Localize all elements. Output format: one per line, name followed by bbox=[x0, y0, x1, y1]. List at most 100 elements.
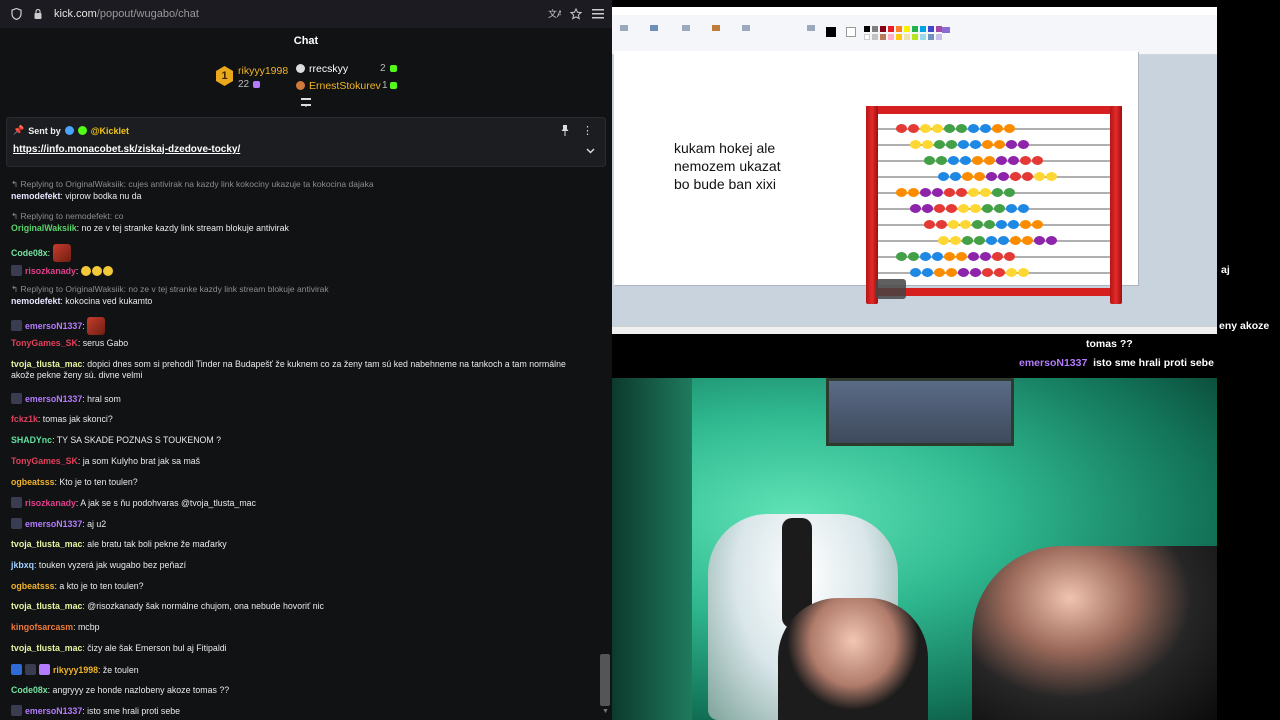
url-text[interactable]: kick.com/popout/wugabo/chat bbox=[54, 8, 199, 20]
leaderboard-toggle-icon[interactable] bbox=[301, 98, 311, 107]
chat-username[interactable]: tvoja_tlusta_mac bbox=[11, 643, 82, 653]
color-swatch[interactable] bbox=[864, 26, 870, 32]
abacus-bead bbox=[1032, 220, 1043, 229]
scroll-down-icon[interactable]: ▼ bbox=[602, 708, 609, 715]
select-icon[interactable] bbox=[650, 25, 658, 31]
chat-username[interactable]: Code08x bbox=[11, 248, 48, 258]
color-swatch[interactable] bbox=[864, 34, 870, 40]
chat-username[interactable]: Code08x bbox=[11, 685, 48, 695]
color-swatch[interactable] bbox=[928, 34, 934, 40]
menu-icon[interactable] bbox=[590, 6, 606, 22]
chat-username[interactable]: ogbeatsss bbox=[11, 581, 55, 591]
chat-username[interactable]: tvoja_tlusta_mac bbox=[11, 359, 82, 369]
paint-canvas[interactable]: kukam hokej ale nemozem ukazat bo bude b… bbox=[614, 51, 1138, 304]
pinned-link[interactable]: https://info.monacobet.sk/ziskaj-dzedove… bbox=[13, 144, 240, 155]
chat-username[interactable]: emersoN1337 bbox=[25, 394, 82, 404]
chat-username[interactable]: rikyyy1998 bbox=[53, 665, 98, 675]
chat-text: : @risozkanady šak normálne chujom, ona … bbox=[82, 601, 324, 611]
paint-window: kukam hokej ale nemozem ukazat bo bude b… bbox=[612, 7, 1217, 334]
gift-badge-icon bbox=[39, 664, 50, 675]
color-swatch[interactable] bbox=[888, 26, 894, 32]
chat-text: : touken vyzerá jak wugabo bez peňazí bbox=[33, 560, 187, 570]
abacus-bead bbox=[950, 236, 961, 245]
browser-url-bar[interactable]: kick.com/popout/wugabo/chat 文A bbox=[0, 0, 612, 28]
chevron-down-icon[interactable] bbox=[586, 146, 595, 157]
pinned-sent-by: 📌 Sent by @Kicklet bbox=[13, 125, 129, 136]
bot-icon bbox=[64, 126, 74, 135]
chat-username[interactable]: SHADYnc bbox=[11, 435, 52, 445]
chat-username[interactable]: jkbxq bbox=[11, 560, 34, 570]
abacus-bead bbox=[970, 268, 981, 277]
translate-icon[interactable]: 文A bbox=[546, 6, 562, 22]
brush-icon[interactable] bbox=[712, 25, 720, 31]
abacus-bead bbox=[998, 172, 1009, 181]
edit-with-paint3d-icon[interactable] bbox=[942, 27, 950, 33]
color-swatch[interactable] bbox=[880, 26, 886, 32]
chat-username[interactable]: emersoN1337 bbox=[25, 519, 82, 529]
color-1-swatch[interactable] bbox=[826, 27, 836, 37]
abacus-bead bbox=[908, 188, 919, 197]
abacus-bead bbox=[1008, 156, 1019, 165]
color-2-swatch[interactable] bbox=[846, 27, 856, 37]
emote-image bbox=[52, 244, 71, 262]
leaderboard-third-name[interactable]: ErnestStokurev bbox=[309, 80, 381, 92]
outline-icon[interactable] bbox=[807, 25, 815, 31]
color-swatch[interactable] bbox=[912, 34, 918, 40]
chat-message-list[interactable]: ↰ Replying to OriginalWaksiik: cujes ant… bbox=[0, 172, 600, 720]
shapes-icon[interactable] bbox=[742, 25, 750, 31]
crop-icon[interactable] bbox=[682, 25, 690, 31]
overlay-chat-fragment: tomas ?? bbox=[1086, 338, 1133, 350]
leaderboard-second-name[interactable]: rrecskyy bbox=[309, 63, 348, 75]
paint-ribbon[interactable] bbox=[612, 15, 1217, 55]
color-swatch[interactable] bbox=[912, 26, 918, 32]
color-swatch[interactable] bbox=[880, 34, 886, 40]
chat-username[interactable]: fckz1k bbox=[11, 414, 38, 424]
chat-username[interactable]: tvoja_tlusta_mac bbox=[11, 539, 82, 549]
abacus-bead bbox=[938, 236, 949, 245]
user-badge-icon bbox=[11, 518, 22, 529]
pin-icon[interactable] bbox=[561, 125, 569, 139]
chat-username[interactable]: risozkanady bbox=[25, 266, 76, 276]
webcam-feed bbox=[612, 378, 1217, 720]
chat-message: rikyyy1998: že toulen bbox=[11, 664, 139, 676]
color-swatch[interactable] bbox=[888, 34, 894, 40]
chat-username[interactable]: nemodefekt bbox=[11, 191, 60, 201]
chat-scrollbar[interactable] bbox=[600, 654, 610, 706]
color-swatch[interactable] bbox=[872, 34, 878, 40]
color-swatch[interactable] bbox=[896, 34, 902, 40]
color-swatch[interactable] bbox=[920, 34, 926, 40]
chat-username[interactable]: tvoja_tlusta_mac bbox=[11, 601, 82, 611]
color-swatch[interactable] bbox=[936, 34, 942, 40]
chat-username[interactable]: risozkanady bbox=[25, 498, 76, 508]
chat-username[interactable]: ogbeatsss bbox=[11, 477, 55, 487]
chat-username[interactable]: emersoN1337 bbox=[25, 706, 82, 716]
user-badge-icon bbox=[11, 705, 22, 716]
pinned-author[interactable]: @Kicklet bbox=[91, 126, 129, 136]
star-icon[interactable] bbox=[568, 6, 584, 22]
chat-username[interactable]: nemodefekt bbox=[11, 296, 60, 306]
color-swatch[interactable] bbox=[904, 34, 910, 40]
shield-icon[interactable] bbox=[8, 6, 24, 22]
abacus-image bbox=[866, 106, 1122, 304]
chat-message: jkbxq: touken vyzerá jak wugabo bez peňa… bbox=[11, 560, 186, 571]
color-swatch[interactable] bbox=[904, 26, 910, 32]
abacus-bead bbox=[908, 124, 919, 133]
more-options-icon[interactable]: ⋮ bbox=[582, 124, 593, 137]
chat-username[interactable]: emersoN1337 bbox=[25, 321, 82, 331]
color-swatch[interactable] bbox=[872, 26, 878, 32]
chat-username[interactable]: OriginalWaksiik bbox=[11, 223, 77, 233]
color-swatch[interactable] bbox=[896, 26, 902, 32]
lock-icon[interactable] bbox=[30, 6, 46, 22]
abacus-bead bbox=[958, 140, 969, 149]
color-swatch[interactable] bbox=[928, 26, 934, 32]
chat-username[interactable]: TonyGames_SK bbox=[11, 456, 78, 466]
chat-username[interactable]: TonyGames_SK bbox=[11, 338, 78, 348]
chat-username[interactable]: kingofsarcasm bbox=[11, 622, 73, 632]
abacus-bead bbox=[910, 268, 921, 277]
abacus-bead bbox=[922, 140, 933, 149]
user-badge-icon bbox=[11, 393, 22, 404]
paste-icon[interactable] bbox=[620, 25, 628, 31]
color-swatch[interactable] bbox=[920, 26, 926, 32]
leaderboard-first-name[interactable]: rikyyy1998 bbox=[238, 65, 288, 77]
reply-context: ↰ Replying to OriginalWaksiik: no ze v t… bbox=[11, 284, 329, 294]
